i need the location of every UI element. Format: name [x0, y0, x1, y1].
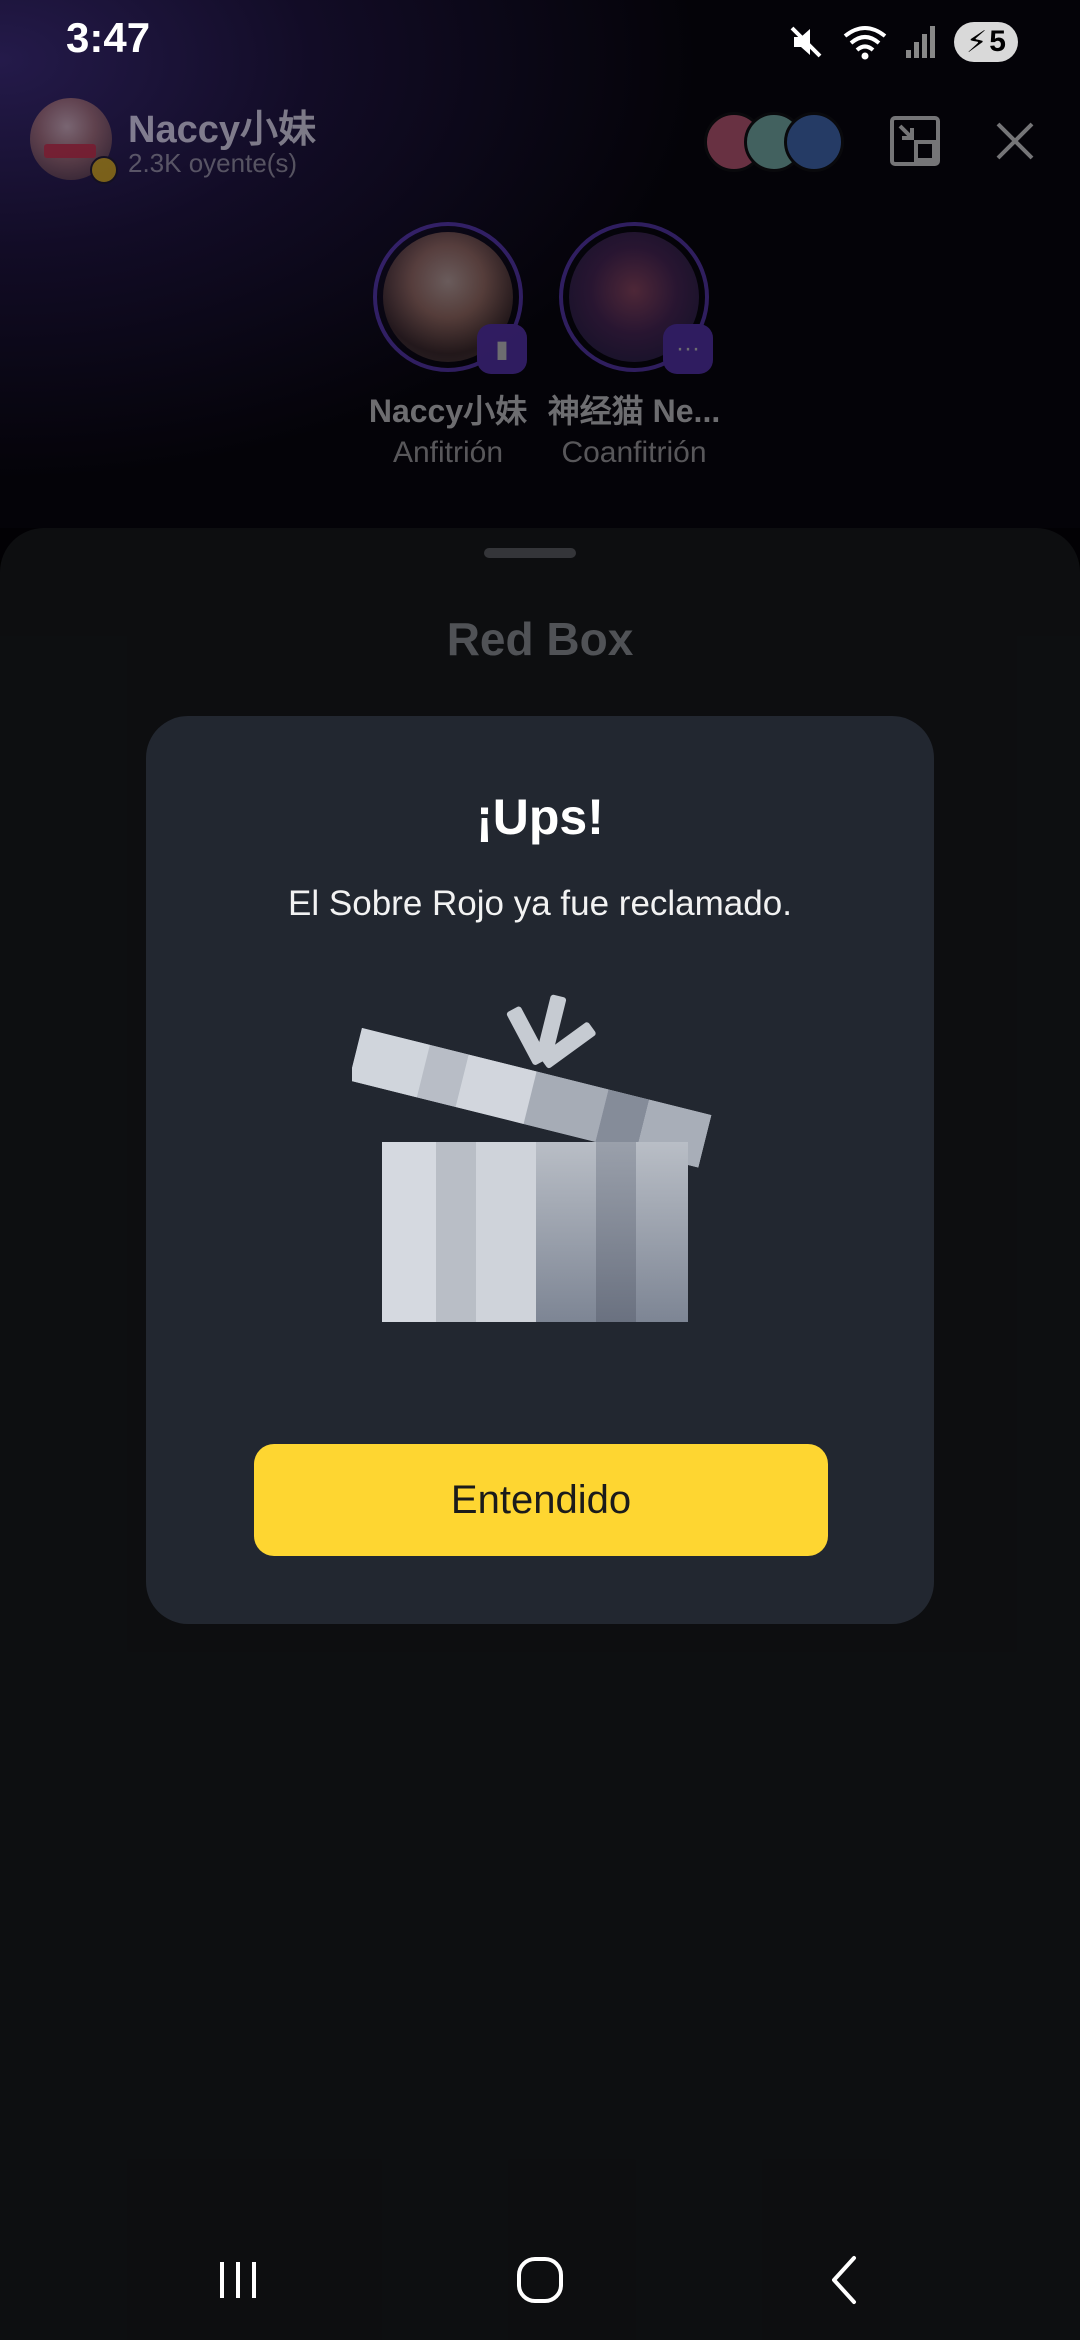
live-room-background: 3:47 ⚡ 5 Naccy小妹 2.3K oyente(s) ▮ Naccy小…	[0, 0, 1080, 560]
sheet-drag-handle[interactable]	[484, 548, 576, 558]
open-gift-box-icon	[352, 994, 712, 1322]
room-header: Naccy小妹 2.3K oyente(s)	[30, 98, 1050, 184]
signal-icon	[906, 26, 935, 58]
listener-count: 2.3K oyente(s)	[128, 148, 298, 178]
wifi-icon	[843, 26, 887, 60]
status-time: 3:47	[66, 14, 151, 61]
mute-icon	[790, 26, 822, 58]
status-icons: ⚡ 5	[786, 18, 1018, 66]
verified-badge-icon	[90, 156, 118, 184]
dialog-message: El Sobre Rojo ya fue reclamado.	[288, 884, 792, 923]
speaker-host[interactable]: ▮ Naccy小妹 Anfitrión	[348, 222, 548, 470]
more-icon: ···	[663, 324, 713, 374]
room-host-name: Naccy小妹	[128, 109, 316, 151]
speaker-name: Naccy小妹	[368, 393, 528, 429]
home-icon[interactable]	[500, 2240, 580, 2320]
listener-avatars[interactable]	[704, 112, 844, 172]
speaker-role: Coanfitrión	[561, 436, 707, 469]
status-bar: 3:47 ⚡ 5	[0, 0, 1080, 84]
recent-apps-icon[interactable]	[198, 2240, 278, 2320]
charging-bolt-icon: ⚡	[966, 25, 988, 59]
speaker-role: Anfitrión	[392, 436, 504, 469]
battery-level: 5	[989, 25, 1006, 58]
host-avatar[interactable]	[30, 98, 118, 184]
speaker-list: ▮ Naccy小妹 Anfitrión ··· 神经猫 Ne... Coanfi…	[0, 222, 1080, 482]
minimize-window-icon[interactable]	[886, 112, 944, 170]
understood-button[interactable]: Entendido	[254, 1444, 828, 1556]
dialog-title: ¡Ups!	[476, 789, 604, 845]
listener-avatar	[784, 112, 844, 172]
sheet-title: Red Box	[446, 613, 634, 665]
battery-charging-icon: ⚡ 5	[954, 22, 1018, 62]
claimed-dialog: ¡Ups! El Sobre Rojo ya fue reclamado. En…	[146, 716, 934, 1624]
system-nav-bar	[0, 2220, 1080, 2340]
close-icon[interactable]	[986, 112, 1044, 170]
back-icon[interactable]	[804, 2240, 884, 2320]
speaker-cohost[interactable]: ··· 神经猫 Ne... Coanfitrión	[534, 222, 734, 470]
audio-wave-icon: ▮	[477, 324, 527, 374]
speaker-name: 神经猫 Ne...	[547, 393, 721, 429]
